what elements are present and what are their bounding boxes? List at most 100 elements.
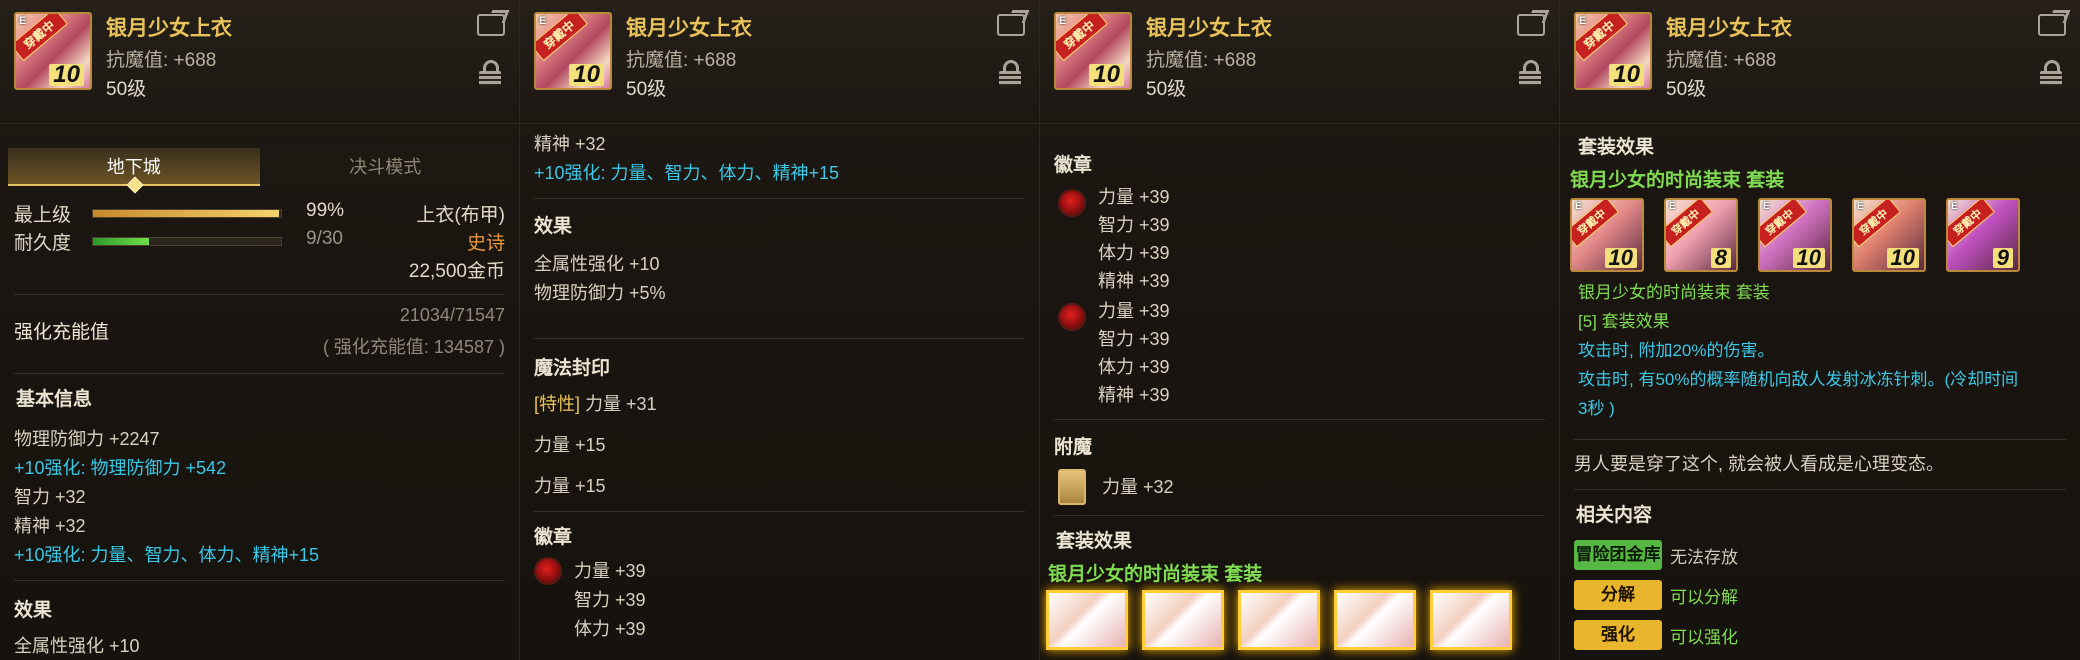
emblem-stat: 智力 +39 bbox=[574, 590, 646, 610]
lock-icon[interactable] bbox=[1519, 60, 1541, 86]
emblem-stat: 智力 +39 bbox=[1098, 329, 1170, 349]
magic-resist: 抗魔值: +688 bbox=[106, 50, 217, 71]
set-piece-icon bbox=[1238, 590, 1320, 650]
seal-trait-prefix: [特性] bbox=[534, 394, 581, 414]
set-piece-icon[interactable]: E 穿戴中 9 bbox=[1946, 198, 2020, 272]
related-text: 可以分解 bbox=[1670, 587, 1738, 607]
set-piece-icon bbox=[1430, 590, 1512, 650]
item-icon: E 穿戴中 10 bbox=[534, 12, 612, 90]
lock-icon[interactable] bbox=[2040, 60, 2062, 86]
related-tag: 冒险团金库 bbox=[1574, 540, 1662, 570]
related-title: 相关内容 bbox=[1576, 505, 1653, 526]
basic-info-list: 物理防御力 +2247 +10强化: 物理防御力 +542 智力 +32 精神 +32… bbox=[14, 425, 505, 570]
panel2-body: 精神 +32 +10强化: 力量、智力、体力、精神+15 效果 全属性强化 +1… bbox=[520, 124, 1039, 644]
enhance-charge-sub: ( 强化充能值: 134587 ) bbox=[322, 337, 505, 357]
divider bbox=[534, 198, 1025, 199]
divider bbox=[534, 511, 1025, 512]
top-grade-value: 99% bbox=[306, 200, 345, 221]
effect-title: 效果 bbox=[14, 600, 53, 621]
lock-icon[interactable] bbox=[999, 60, 1021, 86]
related-row: 冒险团金库 无法存放 bbox=[1574, 535, 2066, 575]
rarity: 史诗 bbox=[466, 233, 505, 254]
tooltip-panel-1: E 穿戴中 10 银月少女上衣 抗魔值: +688 50级 地下城 决斗模式 最… bbox=[0, 0, 520, 660]
set-title: 套装效果 bbox=[1056, 531, 1133, 552]
emblem-stat: 精神 +39 bbox=[1098, 385, 1170, 405]
lock-icon[interactable] bbox=[479, 60, 501, 86]
panel4-body: 套装效果 银月少女的时尚装束 套装 E 穿戴中 10 E 穿戴中 8 E 穿戴中 10 E 穿戴中 1… bbox=[1560, 124, 2080, 655]
divider bbox=[1574, 439, 2066, 440]
set-piece-icon[interactable]: E 穿戴中 10 bbox=[1852, 198, 1926, 272]
related-tag: 强化 bbox=[1574, 620, 1662, 650]
durability-row: 耐久度 9/30 史诗 bbox=[14, 228, 505, 256]
item-name: 银月少女上衣 bbox=[1146, 17, 1272, 40]
magic-resist: 抗魔值: +688 bbox=[1146, 50, 1257, 71]
item-enhance-level: 10 bbox=[1609, 63, 1644, 87]
set-piece-icon[interactable]: E 穿戴中 10 bbox=[1758, 198, 1832, 272]
set-piece-icon[interactable]: E 穿戴中 8 bbox=[1664, 198, 1738, 272]
related-row: 分解 可以分解 bbox=[1574, 575, 2066, 615]
set-bonus-line: 攻击时, 附加20%的伤害。 bbox=[1578, 341, 1775, 360]
mode-tabs: 地下城 决斗模式 bbox=[8, 148, 511, 186]
item-name: 银月少女上衣 bbox=[1666, 17, 1792, 40]
item-grade: E bbox=[1575, 201, 1582, 212]
tab-pvp[interactable]: 决斗模式 bbox=[259, 148, 511, 186]
share-icon[interactable] bbox=[997, 14, 1025, 36]
effect-title: 效果 bbox=[534, 216, 573, 237]
share-icon[interactable] bbox=[2038, 14, 2066, 36]
effect-line: 全属性强化 +10 bbox=[14, 636, 140, 656]
enchant-card-icon bbox=[1058, 469, 1086, 505]
tooltip-strip: E 穿戴中 10 银月少女上衣 抗魔值: +688 50级 地下城 决斗模式 最… bbox=[0, 0, 2080, 660]
basic-info-line: 物理防御力 +2247 bbox=[14, 429, 160, 449]
item-grade: E bbox=[19, 15, 27, 27]
related-tag: 分解 bbox=[1574, 580, 1662, 610]
enchant-row: 力量 +32 bbox=[1054, 469, 1545, 505]
item-grade: E bbox=[1857, 201, 1864, 212]
top-grade-row: 最上级 99% 上衣(布甲) bbox=[14, 200, 505, 228]
emblem-stat: 体力 +39 bbox=[574, 619, 646, 639]
durability-bar bbox=[92, 237, 282, 246]
set-name-2: 银月少女的时尚装束 套装 bbox=[1578, 283, 1770, 302]
effect-line: 全属性强化 +10 bbox=[534, 254, 660, 274]
emblem-slot: 力量 +39 智力 +39 体力 +39 bbox=[534, 557, 1025, 644]
related-text: 无法存放 bbox=[1670, 547, 1738, 567]
emblem-title: 徽章 bbox=[1054, 155, 1093, 176]
seal-trait-line: [特性] 力量 +31 bbox=[534, 390, 1025, 419]
emblem-stats: 力量 +39 智力 +39 体力 +39 精神 +39 bbox=[1098, 183, 1170, 295]
tooltip-panel-4: E 穿戴中 10 银月少女上衣 抗魔值: +688 50级 套装效果 银月少女的… bbox=[1560, 0, 2080, 660]
item-enhance-level: 10 bbox=[1604, 247, 1637, 269]
item-header: E 穿戴中 10 银月少女上衣 抗魔值: +688 50级 bbox=[1040, 0, 1559, 124]
emblem-slot-1: 力量 +39 智力 +39 体力 +39 精神 +39 bbox=[1054, 187, 1545, 295]
tab-dungeon[interactable]: 地下城 bbox=[8, 148, 260, 186]
enhance-charge-block: 强化充能值 21034/71547 ( 强化充能值: 134587 ) bbox=[14, 305, 505, 363]
item-grade: E bbox=[1951, 201, 1958, 212]
item-grade: E bbox=[1669, 201, 1676, 212]
item-icon: E 穿戴中 10 bbox=[1054, 12, 1132, 90]
share-icon[interactable] bbox=[1517, 14, 1545, 36]
enhance-line: +10强化: 力量、智力、体力、精神+15 bbox=[534, 163, 840, 183]
item-name: 银月少女上衣 bbox=[626, 17, 752, 40]
durability-fill bbox=[93, 238, 150, 245]
enchant-title: 附魔 bbox=[1054, 437, 1093, 458]
set-name: 银月少女的时尚装束 套装 bbox=[1048, 564, 1263, 585]
basic-info-line: 精神 +32 bbox=[14, 516, 86, 536]
set-piece-icon[interactable]: E 穿戴中 10 bbox=[1570, 198, 1644, 272]
top-grade-label: 最上级 bbox=[14, 205, 72, 226]
set-icons-glowing bbox=[1046, 590, 1545, 650]
seal-title: 魔法封印 bbox=[534, 358, 611, 379]
magic-resist: 抗魔值: +688 bbox=[626, 50, 737, 71]
set-bonus-line: 3秒 ) bbox=[1578, 399, 1615, 418]
share-icon[interactable] bbox=[477, 14, 505, 36]
item-header: E 穿戴中 10 银月少女上衣 抗魔值: +688 50级 bbox=[1560, 0, 2080, 124]
emblem-slot-2: 力量 +39 智力 +39 体力 +39 精神 +39 bbox=[1054, 301, 1545, 409]
top-grade-bar bbox=[92, 209, 282, 218]
durability-label: 耐久度 bbox=[14, 233, 72, 254]
item-enhance-level: 10 bbox=[49, 63, 84, 87]
basic-info-line: 智力 +32 bbox=[14, 487, 86, 507]
related-list: 冒险团金库 无法存放 分解 可以分解 强化 可以强化 bbox=[1574, 535, 2066, 655]
set-piece-icon bbox=[1046, 590, 1128, 650]
item-level: 50级 bbox=[1146, 79, 1187, 100]
seal-line: 力量 +15 bbox=[534, 435, 606, 455]
emblem-stat: 力量 +39 bbox=[1098, 187, 1170, 207]
price: 22,500金币 bbox=[408, 261, 505, 282]
spirit-line: 精神 +32 bbox=[534, 134, 606, 154]
